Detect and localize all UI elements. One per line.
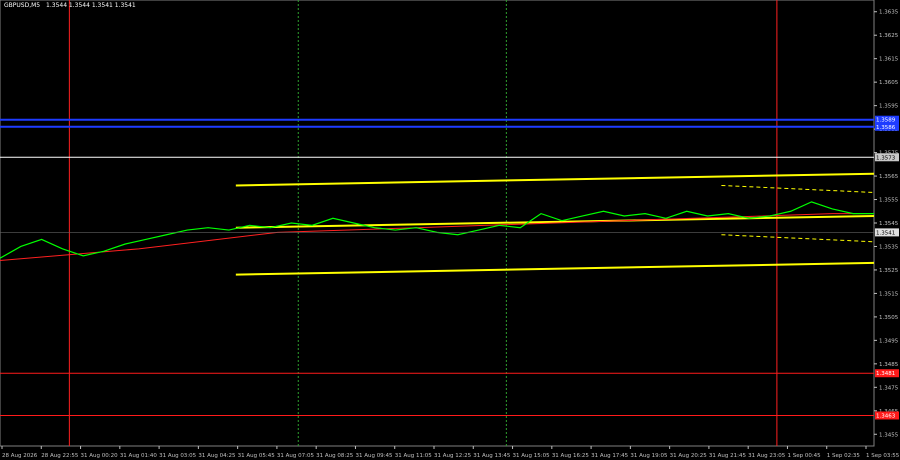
forecast-lower-line — [721, 234, 875, 243]
x-tick-label: 31 Aug 05:45 — [238, 453, 276, 459]
level-label: 1.3481 — [876, 371, 895, 377]
y-tick-label: 1.3515 — [879, 291, 899, 297]
level-label: 1.3463 — [876, 413, 896, 419]
ohlc-label: 1.3544 1.3544 1.3541 1.3541 — [46, 2, 136, 9]
y-tick-label: 1.3635 — [879, 10, 899, 16]
y-tick-label: 1.3475 — [879, 385, 899, 391]
x-tick-label: 31 Aug 09:45 — [355, 453, 393, 459]
x-tick-label: 1 Sep 03:55 — [866, 453, 900, 459]
y-tick-label: 1.3535 — [879, 244, 899, 250]
x-tick-label: 31 Aug 11:05 — [395, 453, 433, 459]
channel-upper-line — [235, 172, 875, 187]
level-label: 1.3573 — [876, 155, 896, 161]
y-tick-label: 1.3625 — [879, 33, 899, 39]
current-price-label: 1.3541 — [876, 230, 895, 236]
y-tick-label: 1.3615 — [879, 57, 899, 63]
x-tick-label: 31 Aug 12:25 — [434, 453, 472, 459]
y-tick-label: 1.3595 — [879, 104, 899, 110]
level-label: 1.3586 — [876, 125, 896, 131]
x-tick-label: 31 Aug 07:05 — [277, 453, 315, 459]
x-tick-label: 31 Aug 21:45 — [709, 453, 747, 459]
y-tick-label: 1.3505 — [879, 315, 899, 321]
channel-lower-line — [235, 261, 875, 276]
x-tick-label: 1 Sep 00:45 — [787, 453, 821, 459]
y-tick-label: 1.3495 — [879, 338, 899, 344]
x-tick-label: 1 Sep 02:35 — [827, 453, 861, 459]
x-tick-label: 31 Aug 01:40 — [120, 453, 158, 459]
chart-title: GBPUSD,M5 1.3544 1.3544 1.3541 1.3541 — [4, 2, 136, 9]
x-tick-label: 31 Aug 00:20 — [81, 453, 119, 459]
x-tick-label: 31 Aug 23:05 — [748, 453, 786, 459]
y-tick-label: 1.3565 — [879, 174, 899, 180]
x-tick-label: 31 Aug 13:45 — [473, 453, 511, 459]
y-tick-label: 1.3525 — [879, 268, 899, 274]
x-tick-label: 31 Aug 19:05 — [630, 453, 668, 459]
price-chart[interactable]: 1.36351.36251.36151.36051.35951.35851.35… — [0, 0, 900, 460]
y-tick-label: 1.3545 — [879, 221, 899, 227]
x-tick-label: 28 Aug 22:55 — [41, 453, 79, 459]
y-tick-label: 1.3605 — [879, 80, 899, 86]
symbol-label: GBPUSD,M5 — [4, 2, 41, 9]
x-tick-label: 31 Aug 08:25 — [316, 453, 354, 459]
forecast-upper-line — [721, 184, 875, 193]
chart-container: 1.36351.36251.36151.36051.35951.35851.35… — [0, 0, 900, 460]
x-tick-label: 31 Aug 16:25 — [552, 453, 590, 459]
y-tick-label: 1.3555 — [879, 198, 899, 204]
y-tick-label: 1.3485 — [879, 362, 899, 368]
x-tick-label: 31 Aug 17:45 — [591, 453, 629, 459]
x-tick-label: 31 Aug 03:05 — [159, 453, 197, 459]
x-tick-label: 31 Aug 04:25 — [198, 453, 236, 459]
x-tick-label: 28 Aug 2026 — [2, 453, 38, 459]
moving-average-line — [0, 213, 874, 262]
y-tick-label: 1.3455 — [879, 432, 899, 438]
x-tick-label: 31 Aug 20:25 — [670, 453, 708, 459]
x-tick-label: 31 Aug 15:05 — [513, 453, 551, 459]
